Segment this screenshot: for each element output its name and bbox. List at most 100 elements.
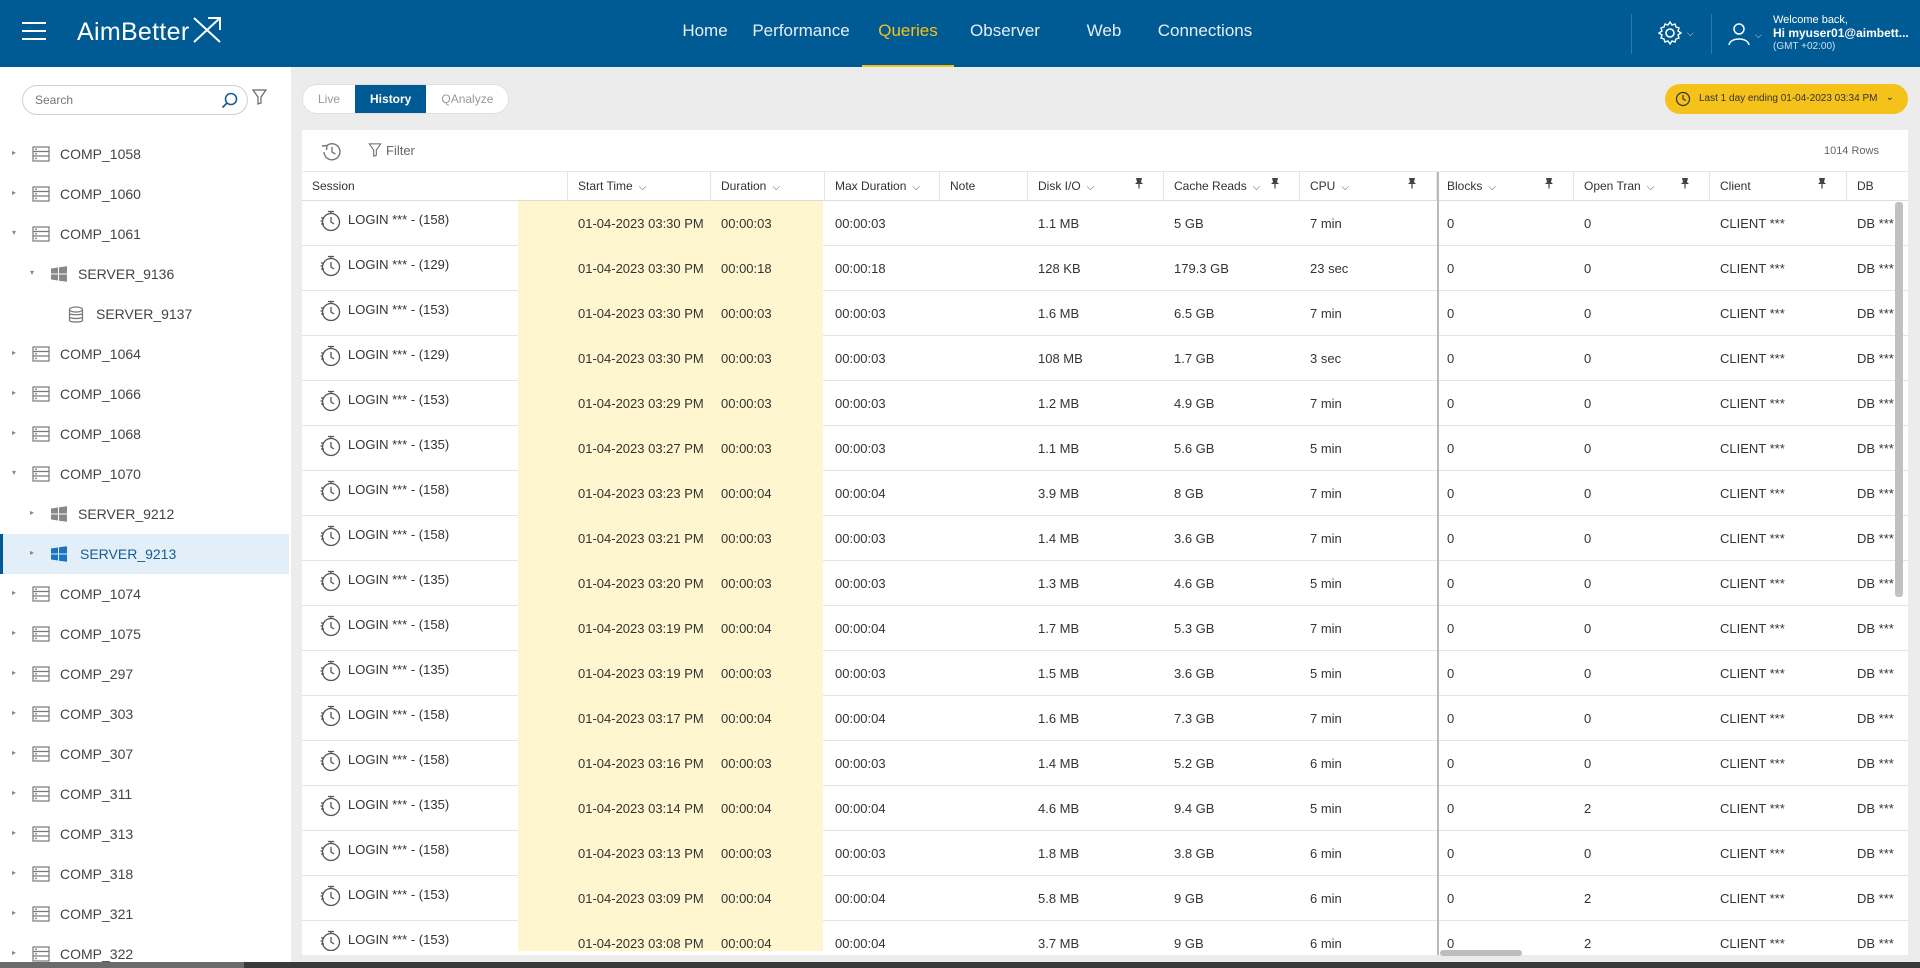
table-row[interactable]: LOGIN *** - (153) 01-04-2023 03:08 PM 00:0… xyxy=(302,921,1908,951)
tree-item-comp-297[interactable]: ▸ COMP_297 xyxy=(0,654,291,694)
column-header-session[interactable]: Session xyxy=(302,172,567,201)
gear-icon[interactable] xyxy=(1657,20,1683,46)
column-header-max-duration[interactable]: Max Duration ⌵ xyxy=(824,172,939,201)
tree-item-comp-313[interactable]: ▸ COMP_313 xyxy=(0,814,291,854)
table-row[interactable]: LOGIN *** - (135) 01-04-2023 03:20 PM 00:0… xyxy=(302,561,1908,606)
tree-item-comp-1064[interactable]: ▸ COMP_1064 xyxy=(0,334,291,374)
pin-icon[interactable] xyxy=(1134,172,1144,201)
horizontal-scrollbar[interactable] xyxy=(1440,950,1522,956)
tree-item-comp-1061[interactable]: ▾ COMP_1061 xyxy=(0,214,291,254)
expand-arrow-icon[interactable]: ▸ xyxy=(30,508,34,517)
expand-arrow-icon[interactable]: ▸ xyxy=(12,748,16,757)
table-row[interactable]: LOGIN *** - (153) 01-04-2023 03:09 PM 00:0… xyxy=(302,876,1908,921)
expand-arrow-icon[interactable]: ▸ xyxy=(12,828,16,837)
expand-arrow-icon[interactable]: ▸ xyxy=(12,348,16,357)
expand-arrow-icon[interactable]: ▸ xyxy=(12,588,16,597)
tree-item-comp-307[interactable]: ▸ COMP_307 xyxy=(0,734,291,774)
pin-icon[interactable] xyxy=(1407,172,1417,201)
expand-arrow-icon[interactable]: ▸ xyxy=(12,388,16,397)
tab-history[interactable]: History xyxy=(355,85,427,113)
tree-item-comp-1060[interactable]: ▸ COMP_1060 xyxy=(0,174,291,214)
expand-arrow-icon[interactable]: ▸ xyxy=(12,948,16,957)
table-row[interactable]: LOGIN *** - (135) 01-04-2023 03:27 PM 00:0… xyxy=(302,426,1908,471)
sort-chevron-icon[interactable]: ⌵ xyxy=(1647,182,1655,193)
tree-item-server-9137[interactable]: SERVER_9137 xyxy=(0,294,291,334)
expand-arrow-icon[interactable]: ▸ xyxy=(12,428,16,437)
search-box[interactable] xyxy=(22,85,248,115)
hamburger-menu-icon[interactable] xyxy=(22,22,46,42)
tree-item-comp-321[interactable]: ▸ COMP_321 xyxy=(0,894,291,934)
expand-arrow-icon[interactable]: ▸ xyxy=(12,668,16,677)
search-input[interactable] xyxy=(35,93,215,107)
column-header-cpu[interactable]: CPU ⌵ xyxy=(1299,172,1436,201)
tree-item-comp-303[interactable]: ▸ COMP_303 xyxy=(0,694,291,734)
nav-item-web[interactable]: Web xyxy=(1066,0,1142,67)
tree-item-server-9212[interactable]: ▸ SERVER_9212 xyxy=(0,494,291,534)
nav-item-observer[interactable]: Observer xyxy=(958,0,1052,67)
sort-chevron-icon[interactable]: ⌵ xyxy=(1341,182,1349,193)
table-row[interactable]: LOGIN *** - (129) 01-04-2023 03:30 PM 00:0… xyxy=(302,246,1908,291)
chevron-down-icon[interactable]: ⌵ xyxy=(1687,28,1694,39)
sort-chevron-icon[interactable]: ⌵ xyxy=(912,182,920,193)
search-icon[interactable] xyxy=(221,92,238,109)
table-row[interactable]: LOGIN *** - (158) 01-04-2023 03:30 PM 00:0… xyxy=(302,201,1908,246)
sort-chevron-icon[interactable]: ⌵ xyxy=(639,182,647,193)
time-range-picker[interactable]: Last 1 day ending 01-04-2023 03:34 PM ⌄ xyxy=(1665,84,1908,114)
history-icon[interactable] xyxy=(319,141,343,163)
app-logo[interactable]: AimBetter xyxy=(77,18,189,47)
expand-arrow-icon[interactable]: ▸ xyxy=(30,548,34,557)
sort-chevron-icon[interactable]: ⌵ xyxy=(1488,182,1496,193)
nav-item-performance[interactable]: Performance xyxy=(744,0,858,67)
vertical-scrollbar[interactable] xyxy=(1895,202,1903,597)
table-row[interactable]: LOGIN *** - (158) 01-04-2023 03:19 PM 00:0… xyxy=(302,606,1908,651)
tree-item-comp-311[interactable]: ▸ COMP_311 xyxy=(0,774,291,814)
user-icon[interactable] xyxy=(1728,22,1750,46)
tree-item-comp-1075[interactable]: ▸ COMP_1075 xyxy=(0,614,291,654)
tab-qanalyze[interactable]: QAnalyze xyxy=(426,85,508,113)
tree-item-comp-1074[interactable]: ▸ COMP_1074 xyxy=(0,574,291,614)
expand-arrow-icon[interactable]: ▸ xyxy=(12,188,16,197)
expand-arrow-icon[interactable]: ▸ xyxy=(12,908,16,917)
tree-item-comp-1058[interactable]: ▸ COMP_1058 xyxy=(0,134,291,174)
user-welcome[interactable]: Welcome back, Hi myuser01@aimbett... (GM… xyxy=(1773,14,1909,53)
pinned-column-divider[interactable] xyxy=(1437,172,1439,955)
column-header-blocks[interactable]: Blocks ⌵ xyxy=(1436,172,1573,201)
tab-live[interactable]: Live xyxy=(303,85,355,113)
table-row[interactable]: LOGIN *** - (135) 01-04-2023 03:14 PM 00:0… xyxy=(302,786,1908,831)
column-header-start-time[interactable]: Start Time ⌵ xyxy=(567,172,710,201)
filter-icon[interactable] xyxy=(252,89,267,105)
sort-chevron-icon[interactable]: ⌵ xyxy=(1087,182,1095,193)
column-header-cache-reads[interactable]: Cache Reads ⌵ xyxy=(1163,172,1299,201)
table-row[interactable]: LOGIN *** - (158) 01-04-2023 03:23 PM 00:0… xyxy=(302,471,1908,516)
table-row[interactable]: LOGIN *** - (129) 01-04-2023 03:30 PM 00:0… xyxy=(302,336,1908,381)
nav-item-connections[interactable]: Connections xyxy=(1150,0,1260,67)
tree-item-comp-318[interactable]: ▸ COMP_318 xyxy=(0,854,291,894)
pin-icon[interactable] xyxy=(1544,172,1554,201)
chevron-down-icon[interactable]: ⌵ xyxy=(1755,30,1762,41)
column-header-client[interactable]: Client xyxy=(1709,172,1846,201)
nav-item-home[interactable]: Home xyxy=(668,0,742,67)
collapse-arrow-icon[interactable]: ▾ xyxy=(12,468,16,477)
table-row[interactable]: LOGIN *** - (158) 01-04-2023 03:17 PM 00:0… xyxy=(302,696,1908,741)
table-row[interactable]: LOGIN *** - (158) 01-04-2023 03:21 PM 00:0… xyxy=(302,516,1908,561)
pin-icon[interactable] xyxy=(1817,172,1827,201)
filter-button[interactable]: Filter xyxy=(368,143,415,158)
column-header-open-tran[interactable]: Open Tran ⌵ xyxy=(1573,172,1709,201)
column-header-note[interactable]: Note xyxy=(939,172,1027,201)
expand-arrow-icon[interactable]: ▸ xyxy=(12,868,16,877)
collapse-arrow-icon[interactable]: ▾ xyxy=(30,268,34,277)
tree-item-comp-1066[interactable]: ▸ COMP_1066 xyxy=(0,374,291,414)
tree-item-comp-322[interactable]: ▸ COMP_322 xyxy=(0,934,291,962)
tree-item-comp-1070[interactable]: ▾ COMP_1070 xyxy=(0,454,291,494)
pin-icon[interactable] xyxy=(1270,172,1280,201)
column-header-db[interactable]: DB xyxy=(1846,172,1908,201)
sort-chevron-icon[interactable]: ⌵ xyxy=(1253,182,1261,193)
expand-arrow-icon[interactable]: ▸ xyxy=(12,148,16,157)
expand-arrow-icon[interactable]: ▸ xyxy=(12,628,16,637)
sort-chevron-icon[interactable]: ⌵ xyxy=(772,182,780,193)
expand-arrow-icon[interactable]: ▸ xyxy=(12,788,16,797)
column-header-duration[interactable]: Duration ⌵ xyxy=(710,172,824,201)
nav-item-queries[interactable]: Queries xyxy=(862,0,954,67)
tree-item-server-9136[interactable]: ▾ SERVER_9136 xyxy=(0,254,291,294)
pin-icon[interactable] xyxy=(1680,172,1690,201)
